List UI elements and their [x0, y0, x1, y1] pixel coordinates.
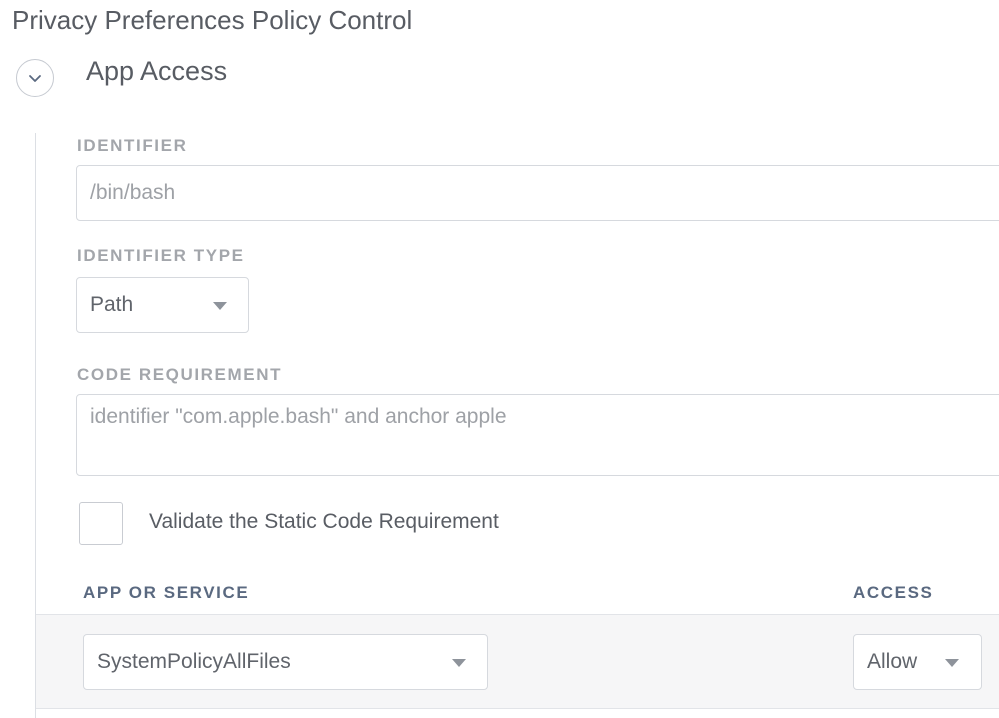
- app-or-service-select[interactable]: SystemPolicyAllFiles: [83, 634, 488, 690]
- section-title: App Access: [86, 56, 228, 86]
- identifier-type-value: Path: [90, 293, 134, 316]
- collapse-section-button[interactable]: [16, 59, 54, 97]
- dropdown-caret-icon: [213, 302, 227, 310]
- dropdown-caret-icon: [452, 659, 466, 667]
- chevron-down-icon: [29, 74, 41, 82]
- validate-static-code-label: Validate the Static Code Requirement: [149, 510, 499, 533]
- identifier-label: IDENTIFIER: [77, 136, 188, 155]
- identifier-input[interactable]: /bin/bash: [76, 165, 999, 221]
- access-value: Allow: [867, 650, 918, 673]
- identifier-type-label: IDENTIFIER TYPE: [77, 246, 245, 265]
- validate-static-code-checkbox[interactable]: [79, 502, 123, 545]
- identifier-placeholder: /bin/bash: [90, 181, 176, 204]
- code-requirement-textarea[interactable]: identifier "com.apple.bash" and anchor a…: [76, 394, 999, 476]
- dropdown-caret-icon: [945, 659, 959, 667]
- page-title: Privacy Preferences Policy Control: [12, 5, 413, 35]
- identifier-type-select[interactable]: Path: [76, 277, 249, 333]
- column-header-access: ACCESS: [853, 583, 934, 602]
- code-requirement-label: CODE REQUIREMENT: [77, 365, 283, 384]
- column-header-app-or-service: APP OR SERVICE: [83, 583, 250, 602]
- access-select[interactable]: Allow: [853, 634, 982, 690]
- app-or-service-value: SystemPolicyAllFiles: [97, 650, 291, 673]
- code-requirement-placeholder: identifier "com.apple.bash" and anchor a…: [90, 405, 507, 428]
- table-row: SystemPolicyAllFiles Allow: [36, 614, 999, 709]
